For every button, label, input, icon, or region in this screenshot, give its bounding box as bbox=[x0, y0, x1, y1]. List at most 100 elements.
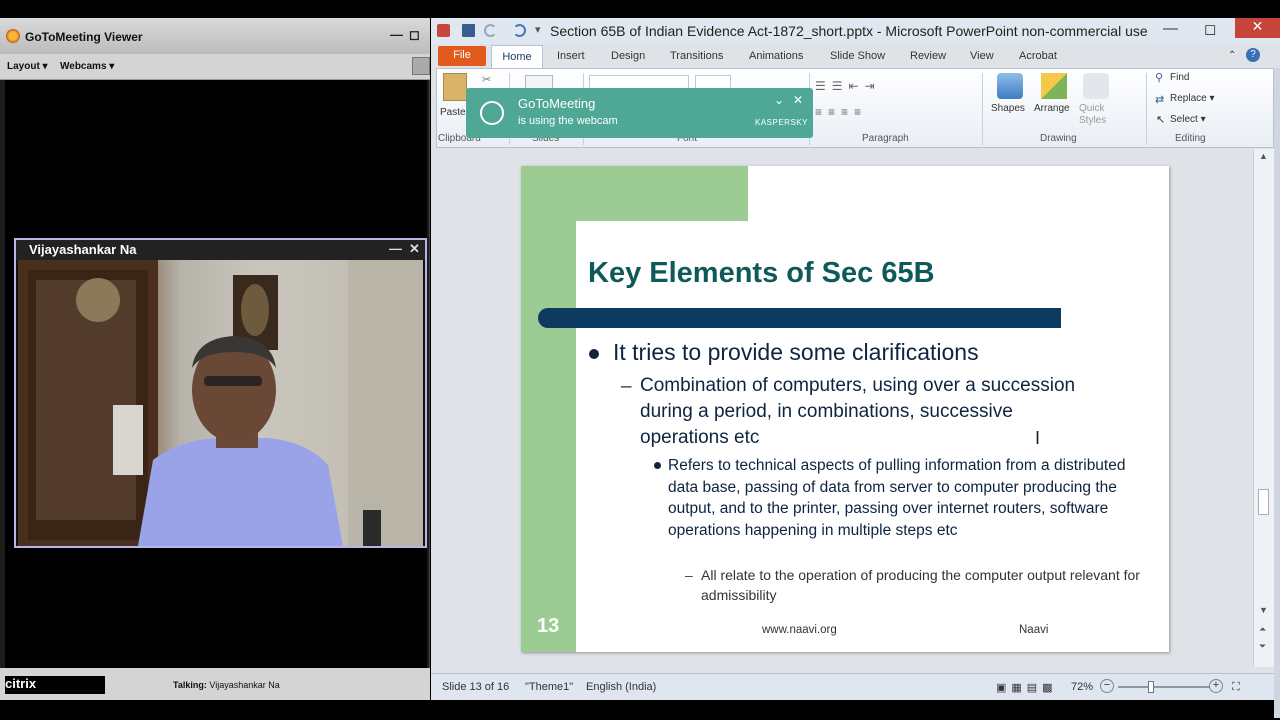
zoom-slider-track[interactable] bbox=[1118, 686, 1210, 688]
webcam-panel[interactable]: Vijayashankar Na — ✕ bbox=[14, 238, 427, 548]
slide-title[interactable]: Key Elements of Sec 65B bbox=[588, 257, 935, 290]
view-buttons-icon[interactable]: ▣▦▤▩ bbox=[996, 681, 1058, 694]
find-button[interactable]: Find bbox=[1170, 72, 1189, 83]
gotomeeting-viewer-window: GoToMeeting Viewer — ◻ Layout ▾ Webcams … bbox=[0, 18, 430, 700]
toast-collapse-button[interactable]: ⌄ bbox=[774, 93, 784, 107]
group-separator bbox=[1146, 73, 1147, 145]
shapes-label[interactable]: Shapes bbox=[991, 103, 1025, 114]
previous-slide-icon[interactable]: ⏶ bbox=[1259, 624, 1266, 635]
webcam-title-bar: Vijayashankar Na — ✕ bbox=[16, 240, 425, 260]
layout-dropdown[interactable]: Layout ▾ bbox=[7, 61, 48, 72]
customize-qat-icon[interactable]: ▾ bbox=[535, 23, 541, 36]
tab-view[interactable]: View bbox=[970, 50, 994, 62]
redo-icon[interactable] bbox=[513, 24, 526, 37]
ppt-status-bar: Slide 13 of 16 "Theme1" English (India) … bbox=[431, 673, 1274, 700]
help-icon[interactable]: ? bbox=[1246, 48, 1260, 62]
webcam-icon bbox=[480, 101, 504, 125]
paste-icon[interactable] bbox=[443, 73, 467, 101]
minimize-ribbon-icon[interactable]: ⌃ bbox=[1228, 50, 1236, 61]
slide-counter: Slide 13 of 16 bbox=[442, 681, 510, 693]
webcams-dropdown[interactable]: Webcams ▾ bbox=[60, 61, 114, 72]
gtm-title-bar: GoToMeeting Viewer — ◻ bbox=[0, 18, 430, 54]
ribbon-tabs: File Home Insert Design Transitions Anim… bbox=[431, 44, 1280, 68]
slide-footer-url: www.naavi.org bbox=[762, 624, 837, 636]
slide-decor-green-left bbox=[521, 166, 576, 652]
toolbar-lock-icon[interactable] bbox=[412, 57, 430, 75]
toast-message: is using the webcam bbox=[518, 115, 618, 127]
tab-file[interactable]: File bbox=[438, 46, 486, 66]
gtm-toolbar: Layout ▾ Webcams ▾ bbox=[0, 54, 430, 80]
select-button[interactable]: Select ▾ bbox=[1170, 114, 1206, 125]
tab-acrobat[interactable]: Acrobat bbox=[1019, 50, 1057, 62]
cut-icon[interactable]: ✂ bbox=[482, 73, 491, 86]
tab-home[interactable]: Home bbox=[491, 45, 543, 68]
save-icon[interactable] bbox=[462, 24, 475, 37]
quick-styles-icon[interactable] bbox=[1083, 73, 1109, 99]
group-editing-label: Editing bbox=[1175, 133, 1206, 144]
ppt-close-button[interactable]: ✕ bbox=[1235, 18, 1280, 38]
window-right-edge bbox=[1274, 68, 1280, 718]
dash-bullet-icon: – bbox=[621, 376, 632, 397]
toast-close-button[interactable]: ✕ bbox=[793, 93, 803, 107]
zoom-in-button[interactable]: + bbox=[1209, 679, 1223, 693]
zoom-slider-thumb[interactable] bbox=[1148, 681, 1154, 693]
dash-bullet-icon: – bbox=[685, 567, 693, 583]
scroll-down-icon[interactable]: ▼ bbox=[1259, 605, 1268, 615]
webcam-participant-name: Vijayashankar Na bbox=[29, 242, 137, 257]
arrange-icon[interactable] bbox=[1041, 73, 1067, 99]
binoculars-icon: ⚲ bbox=[1155, 72, 1164, 84]
ppt-minimize-button[interactable]: — bbox=[1163, 20, 1178, 37]
arrange-label[interactable]: Arrange bbox=[1034, 103, 1070, 114]
gtm-restore-button[interactable]: ◻ bbox=[409, 27, 420, 43]
powerpoint-app-icon bbox=[437, 24, 450, 37]
bullet-dot-icon bbox=[589, 349, 599, 359]
vertical-scrollbar[interactable]: ▲ ▼ ⏶ ⏷ bbox=[1253, 149, 1274, 667]
zoom-level[interactable]: 72% bbox=[1071, 681, 1093, 693]
gtm-minimize-button[interactable]: — bbox=[390, 27, 403, 42]
webcam-notification-toast[interactable]: GoToMeeting is using the webcam KASPERSK… bbox=[466, 88, 813, 138]
webcam-scene-image bbox=[18, 260, 423, 546]
tab-slide-show[interactable]: Slide Show bbox=[830, 50, 885, 62]
undo-icon[interactable] bbox=[484, 24, 497, 37]
next-slide-icon[interactable]: ⏷ bbox=[1259, 641, 1266, 652]
list-buttons-icon[interactable]: ☰☰⇤⇥ bbox=[815, 79, 881, 93]
text-cursor-icon: I bbox=[1035, 428, 1041, 448]
fit-to-window-icon[interactable]: ⛶ bbox=[1232, 681, 1240, 694]
tab-review[interactable]: Review bbox=[910, 50, 946, 62]
bullet-level-4[interactable]: All relate to the operation of producing… bbox=[701, 566, 1141, 605]
quick-styles-label[interactable]: Quick Styles bbox=[1079, 103, 1106, 127]
bullet-level-1[interactable]: It tries to provide some clarifications bbox=[613, 339, 979, 366]
talking-indicator: Talking: Vijayashankar Na bbox=[173, 680, 280, 690]
zoom-out-button[interactable]: − bbox=[1100, 679, 1114, 693]
replace-icon: ⇄ bbox=[1155, 94, 1165, 106]
tab-transitions[interactable]: Transitions bbox=[670, 50, 723, 62]
toast-title: GoToMeeting bbox=[518, 96, 596, 111]
webcam-minimize-button[interactable]: — bbox=[389, 241, 402, 256]
language-indicator[interactable]: English (India) bbox=[586, 681, 656, 693]
bullet-level-2[interactable]: Combination of computers, using over a s… bbox=[640, 373, 1080, 451]
webcam-close-button[interactable]: ✕ bbox=[409, 241, 420, 257]
group-paragraph-label: Paragraph bbox=[862, 133, 909, 144]
scroll-up-icon[interactable]: ▲ bbox=[1259, 151, 1268, 161]
slide-canvas[interactable]: Key Elements of Sec 65B It tries to prov… bbox=[521, 166, 1169, 652]
group-separator bbox=[982, 73, 983, 145]
replace-button[interactable]: Replace ▾ bbox=[1170, 93, 1215, 104]
tab-animations[interactable]: Animations bbox=[749, 50, 803, 62]
scroll-thumb[interactable] bbox=[1258, 489, 1269, 515]
gtm-status-bar: citrix Talking: Vijayashankar Na bbox=[0, 668, 430, 700]
alignment-buttons-icon[interactable]: ≡≡≡≡ bbox=[815, 105, 867, 119]
ppt-maximize-button[interactable]: ◻ bbox=[1204, 20, 1216, 38]
slide-title-underline-bar bbox=[538, 308, 1061, 328]
tab-insert[interactable]: Insert bbox=[557, 50, 585, 62]
bullet-level-3[interactable]: Refers to technical aspects of pulling i… bbox=[668, 455, 1138, 542]
slide-number: 13 bbox=[537, 615, 560, 637]
screen: GoToMeeting Viewer — ◻ Layout ▾ Webcams … bbox=[0, 0, 1280, 720]
theme-name[interactable]: "Theme1" bbox=[525, 681, 573, 693]
tab-design[interactable]: Design bbox=[611, 50, 645, 62]
shapes-icon[interactable] bbox=[997, 73, 1023, 99]
gtm-window-title: GoToMeeting Viewer bbox=[25, 30, 143, 44]
gotomeeting-logo-icon bbox=[6, 29, 20, 43]
citrix-logo: citrix bbox=[5, 676, 105, 694]
paste-label[interactable]: Paste bbox=[440, 107, 466, 118]
kaspersky-brand-label: KASPERSKY bbox=[755, 118, 808, 127]
